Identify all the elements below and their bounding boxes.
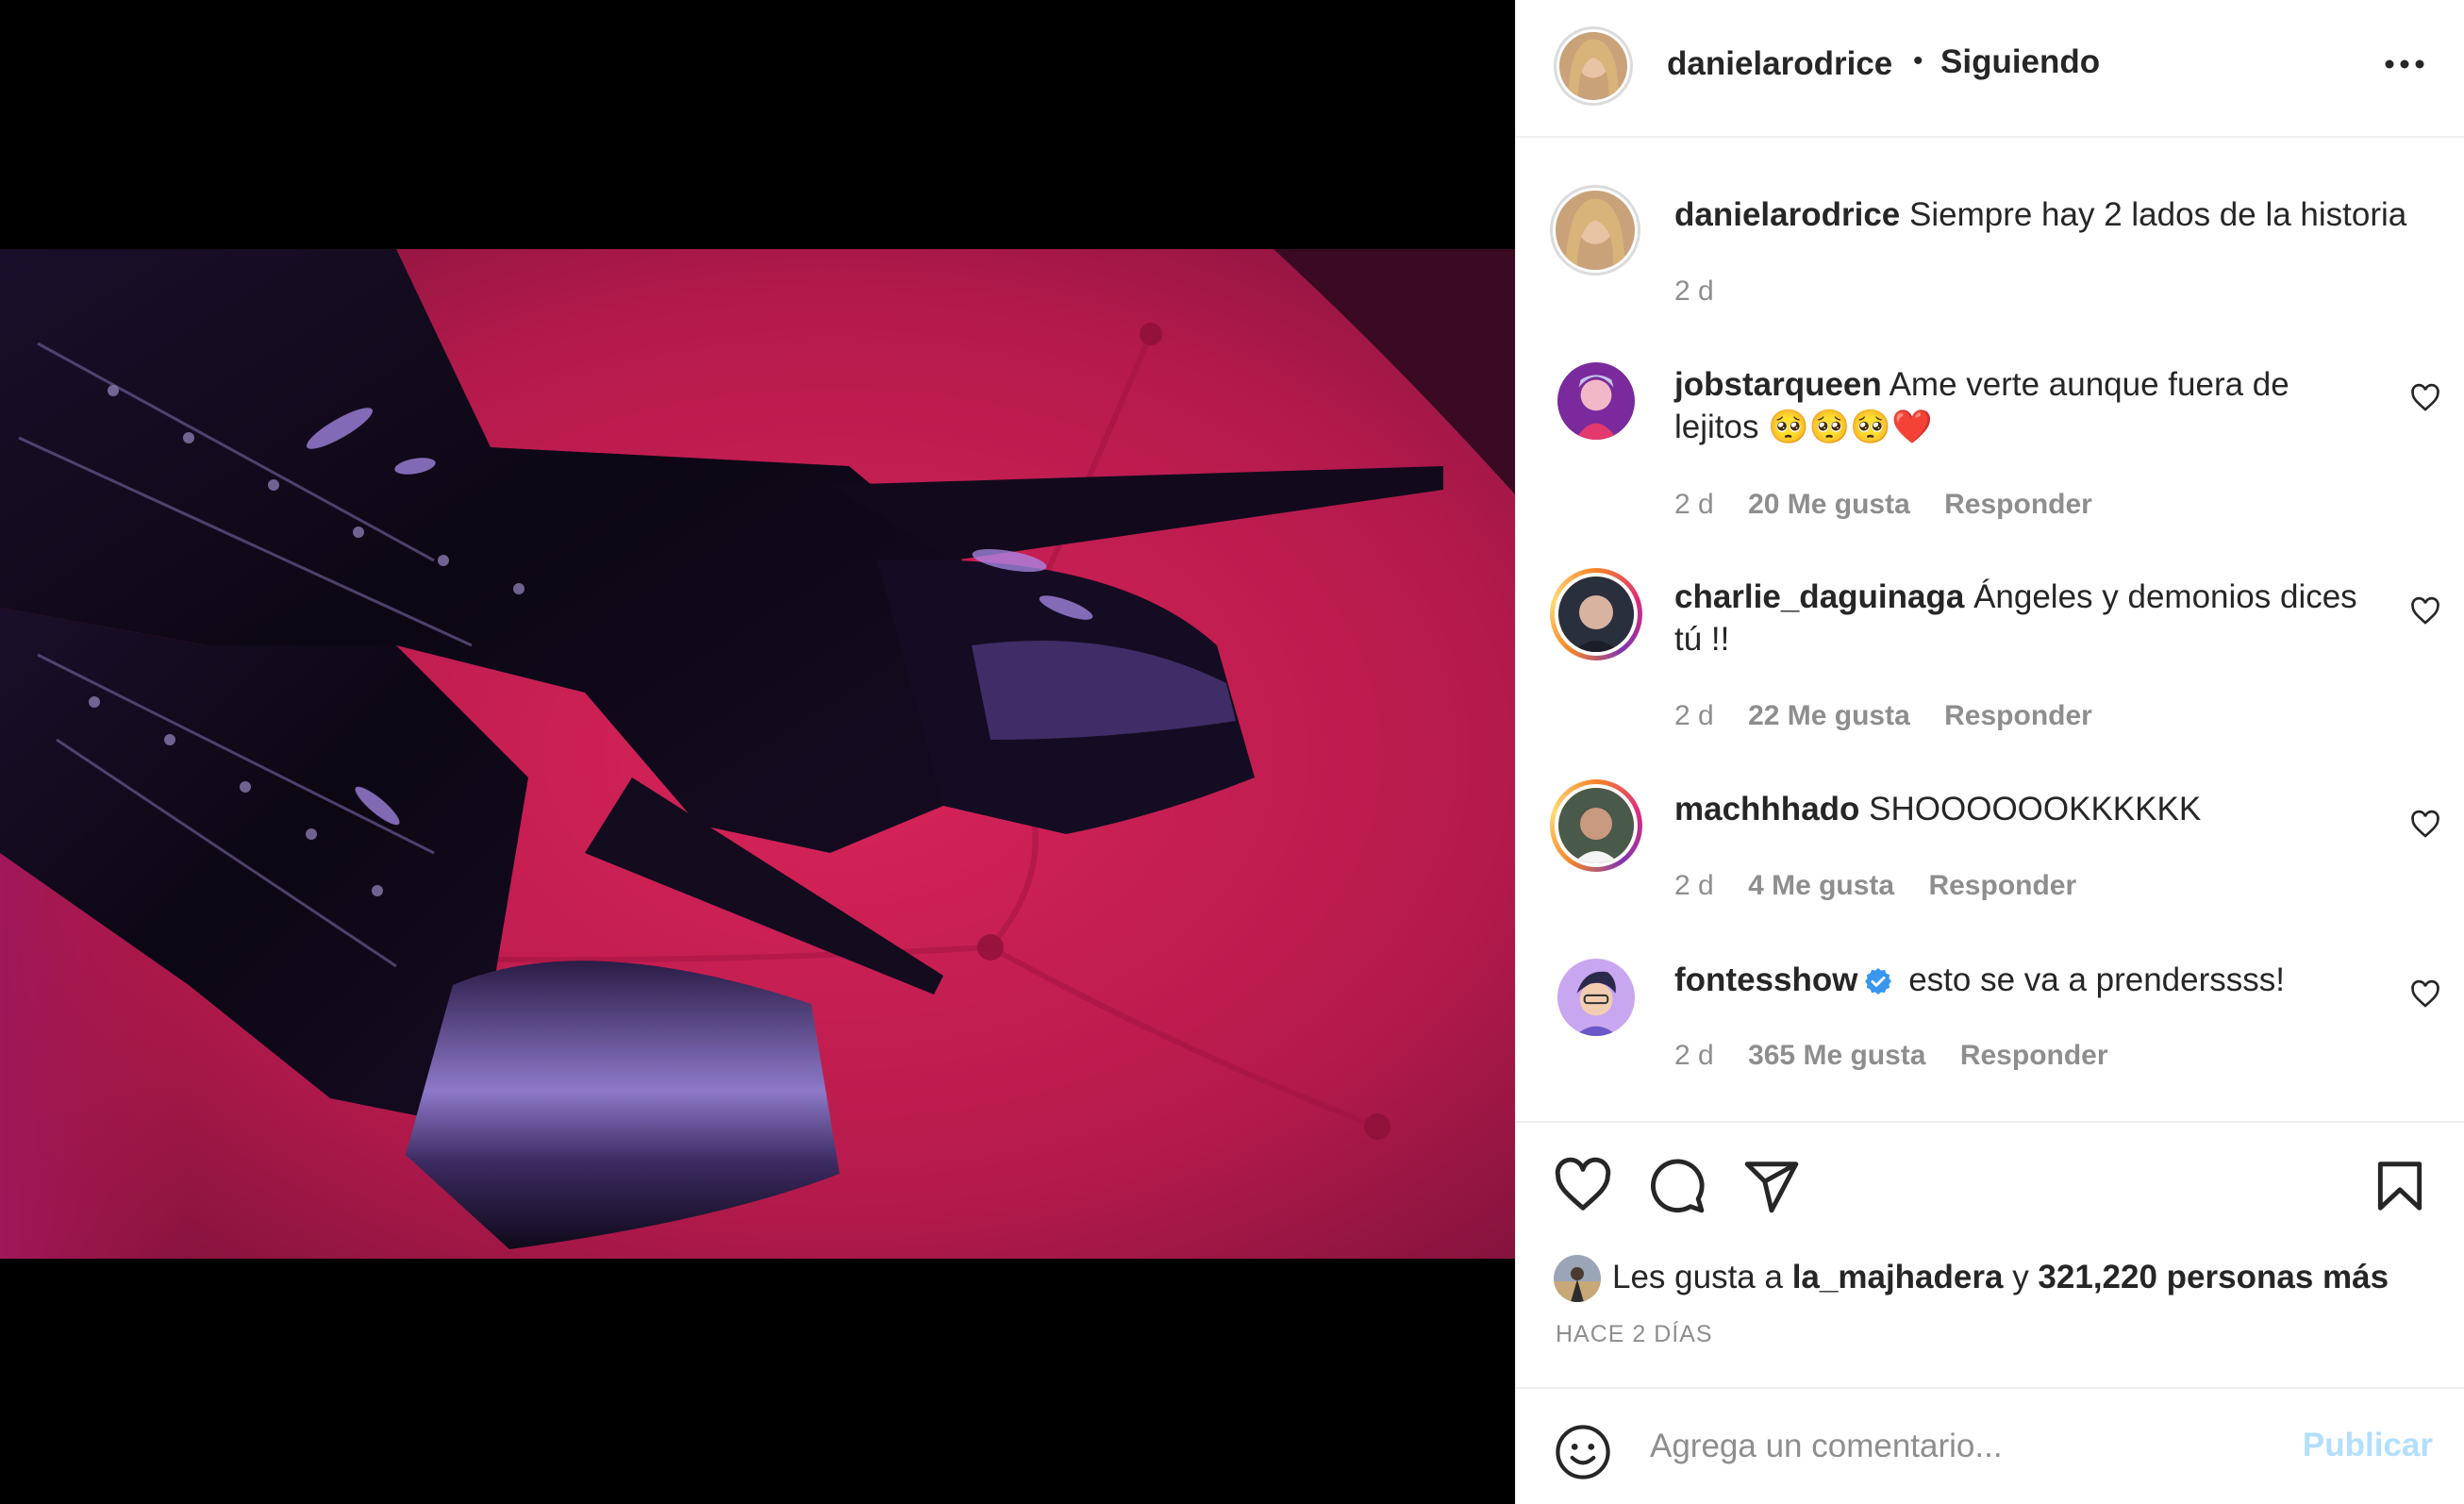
comment-avatar[interactable] xyxy=(1557,362,1635,440)
header-separator: • xyxy=(1913,45,1923,76)
follow-status-button[interactable]: Siguiendo xyxy=(1940,43,2100,81)
post-actions: Les gusta a la_majhadera y 321,220 perso… xyxy=(1516,1121,2464,1387)
publish-button[interactable]: Publicar xyxy=(2303,1427,2433,1464)
post-header: danielarodrice • Siguiendo xyxy=(1516,0,2464,138)
comment-username[interactable]: machhhado xyxy=(1674,791,1859,827)
verified-badge-icon xyxy=(1863,964,1893,994)
comment-body: SHOOOOOOKKKKKK xyxy=(1869,791,2202,827)
comment-like-heart-icon[interactable] xyxy=(2410,810,2440,840)
share-paper-plane-icon[interactable] xyxy=(1742,1157,1801,1215)
comment-username[interactable]: jobstarqueen xyxy=(1674,366,1882,403)
likes-featured-user[interactable]: la_majhadera xyxy=(1792,1259,2004,1295)
comment-meta: 2 d 20 Me gusta Responder xyxy=(1674,489,2119,521)
comment-time[interactable]: 2 d xyxy=(1674,700,1714,731)
more-options-icon[interactable] xyxy=(2384,53,2425,75)
comment-reply-button[interactable]: Responder xyxy=(1944,489,2092,520)
comment-meta: 2 d 22 Me gusta Responder xyxy=(1674,700,2119,732)
comment-composer: Publicar xyxy=(1516,1387,2464,1504)
post-detail-panel: danielarodrice • Siguiendo danielarodric… xyxy=(1515,0,2464,1504)
comment-like-count[interactable]: 365 Me gusta xyxy=(1748,1040,1925,1071)
comment-meta: 2 d 365 Me gusta Responder xyxy=(1674,1040,2135,1072)
caption-time[interactable]: 2 d xyxy=(1674,276,1714,307)
post-photo[interactable] xyxy=(0,249,1515,1259)
caption-meta: 2 d xyxy=(1674,276,1740,308)
comment-like-heart-icon[interactable] xyxy=(2410,596,2440,627)
comment-like-heart-icon[interactable] xyxy=(2410,979,2440,1010)
save-bookmark-icon[interactable] xyxy=(2371,1157,2429,1215)
comment-text: jobstarqueen Ame verte aunque fuera de l… xyxy=(1674,363,2363,448)
likes-count[interactable]: 321,220 personas más xyxy=(2038,1259,2389,1295)
caption-username[interactable]: danielarodrice xyxy=(1674,196,1900,233)
comment-avatar[interactable] xyxy=(1550,779,1642,872)
comment-text: fontesshow esto se va a prenderssss! xyxy=(1674,959,2363,1001)
comment-text: charlie_daguinaga Ángeles y demonios dic… xyxy=(1674,576,2363,660)
post-media-pane xyxy=(0,0,1515,1504)
author-username[interactable]: danielarodrice xyxy=(1667,45,1892,83)
caption-body: Siempre hay 2 lados de la historia xyxy=(1909,196,2407,233)
caption-text: danielarodrice Siempre hay 2 lados de la… xyxy=(1674,193,2429,236)
comment-avatar[interactable] xyxy=(1550,568,1642,660)
comment-username[interactable]: fontesshow xyxy=(1674,961,1857,998)
comment-meta: 2 d 4 Me gusta Responder xyxy=(1674,870,2103,902)
likes-prefix: Les gusta a xyxy=(1612,1259,1783,1295)
comment-like-count[interactable]: 20 Me gusta xyxy=(1748,489,1910,520)
comment-reply-button[interactable]: Responder xyxy=(1928,870,2076,901)
comment-time[interactable]: 2 d xyxy=(1674,489,1714,520)
likes-summary: Les gusta a la_majhadera y 321,220 perso… xyxy=(1612,1259,2389,1296)
author-avatar[interactable] xyxy=(1554,26,1633,106)
comment-input[interactable] xyxy=(1648,1417,2256,1476)
comment-like-count[interactable]: 4 Me gusta xyxy=(1748,870,1894,901)
instagram-post-view: danielarodrice • Siguiendo danielarodric… xyxy=(0,0,2464,1504)
comment-time[interactable]: 2 d xyxy=(1674,1040,1714,1071)
comment-avatar[interactable] xyxy=(1557,959,1635,1036)
like-heart-icon[interactable] xyxy=(1554,1157,1612,1215)
comment-time[interactable]: 2 d xyxy=(1674,870,1714,901)
emoji-picker-icon[interactable] xyxy=(1554,1423,1612,1481)
caption-author-avatar[interactable] xyxy=(1550,185,1640,276)
liker-avatar[interactable] xyxy=(1554,1255,1601,1302)
comment-reply-button[interactable]: Responder xyxy=(1944,700,2092,731)
comment-body: esto se va a prenderssss! xyxy=(1908,961,2285,998)
comment-bubble-icon[interactable] xyxy=(1648,1157,1706,1215)
comment-reply-button[interactable]: Responder xyxy=(1960,1040,2108,1071)
likes-connector: y xyxy=(2012,1259,2029,1295)
comment-text: machhhado SHOOOOOOKKKKKK xyxy=(1674,788,2363,830)
comment-like-count[interactable]: 22 Me gusta xyxy=(1748,700,1910,731)
post-timestamp[interactable]: HACE 2 DÍAS xyxy=(1556,1321,1713,1348)
comment-username[interactable]: charlie_daguinaga xyxy=(1674,578,1964,615)
comment-like-heart-icon[interactable] xyxy=(2410,383,2440,413)
